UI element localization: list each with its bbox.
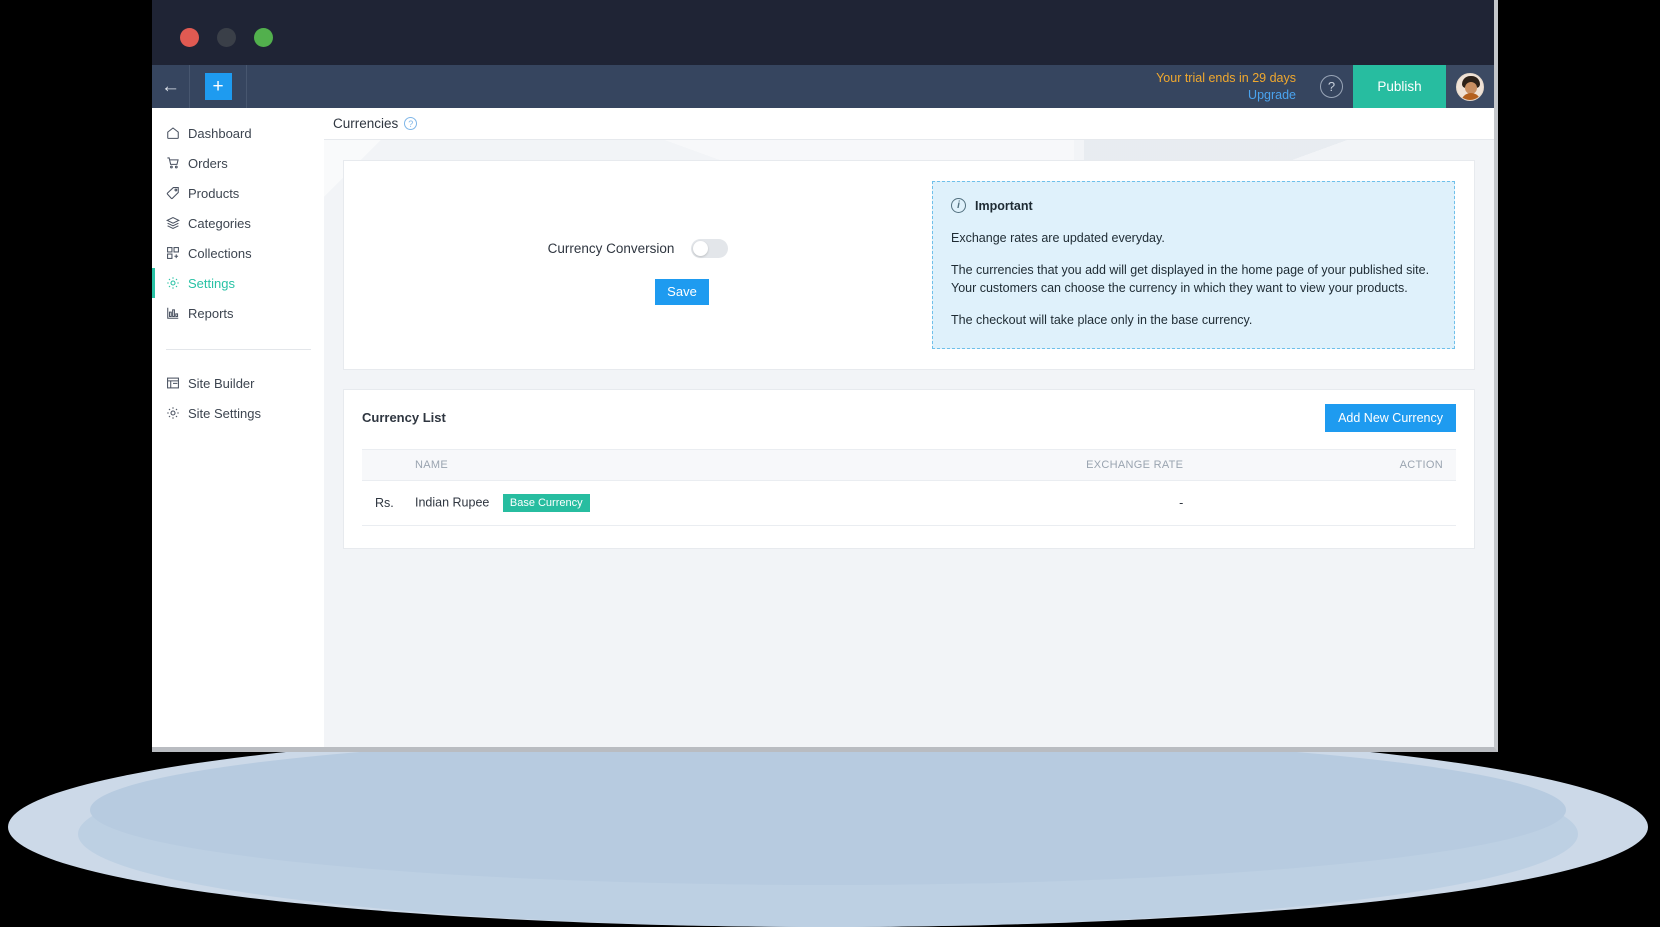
conversion-controls: Currency Conversion Save	[344, 161, 932, 369]
currency-list-header: Currency List Add New Currency	[362, 404, 1456, 432]
cell-symbol: Rs.	[362, 480, 415, 525]
column-header-name: NAME	[415, 449, 795, 480]
site-builder-icon	[166, 376, 188, 390]
sidebar-item-reports[interactable]: Reports	[152, 298, 324, 328]
help-button[interactable]: ?	[1310, 65, 1353, 108]
arrow-left-icon: ←	[161, 76, 180, 98]
trial-status: Your trial ends in 29 days Upgrade	[1156, 65, 1310, 108]
add-new-button[interactable]: +	[190, 65, 247, 108]
sidebar-item-dashboard[interactable]: Dashboard	[152, 118, 324, 148]
sidebar-item-label: Products	[188, 186, 239, 201]
sidebar-item-settings[interactable]: Settings	[152, 268, 324, 298]
plus-glyph: +	[212, 77, 223, 96]
column-header-exchange-rate: EXCHANGE RATE	[795, 449, 1333, 480]
avatar	[1456, 73, 1484, 101]
window-titlebar	[152, 0, 1494, 65]
home-icon	[166, 126, 188, 140]
traffic-lights	[180, 28, 273, 47]
column-header-action: ACTION	[1333, 449, 1456, 480]
sidebar-item-orders[interactable]: Orders	[152, 148, 324, 178]
currency-table: NAME EXCHANGE RATE ACTION Rs. Indian Rup…	[362, 449, 1456, 526]
cell-action	[1333, 480, 1456, 525]
close-window-button[interactable]	[180, 28, 199, 47]
sidebar-item-label: Categories	[188, 216, 251, 231]
info-paragraph-1: Exchange rates are updated everyday.	[951, 229, 1436, 247]
add-new-currency-button[interactable]: Add New Currency	[1325, 404, 1456, 432]
table-row[interactable]: Rs. Indian Rupee Base Currency -	[362, 480, 1456, 525]
sidebar-item-label: Orders	[188, 156, 228, 171]
bar-chart-icon	[166, 306, 188, 320]
sidebar-item-label: Collections	[188, 246, 252, 261]
stage-background: ← + Your trial ends in 29 days Upgrade ?…	[0, 0, 1660, 926]
column-header-symbol	[362, 449, 415, 480]
sidebar-item-label: Dashboard	[188, 126, 252, 141]
grid-icon	[166, 246, 188, 260]
currency-conversion-card: Currency Conversion Save i	[343, 160, 1475, 370]
info-paragraph-2: The currencies that you add will get dis…	[951, 261, 1436, 297]
browser-window: ← + Your trial ends in 29 days Upgrade ?…	[152, 0, 1498, 752]
currency-conversion-label: Currency Conversion	[548, 241, 675, 256]
gear-icon	[166, 406, 188, 420]
tag-icon	[166, 186, 188, 200]
status-badge: Base Currency	[503, 494, 590, 512]
sidebar-item-label: Site Builder	[188, 376, 254, 391]
currency-list-card: Currency List Add New Currency NAME EXCH…	[343, 389, 1475, 549]
page-title: Currencies	[333, 116, 398, 131]
important-info-panel: i Important Exchange rates are updated e…	[932, 181, 1455, 349]
plus-icon: +	[205, 73, 232, 100]
maximize-window-button[interactable]	[254, 28, 273, 47]
currency-conversion-toggle[interactable]	[691, 239, 728, 258]
toggle-knob	[693, 241, 708, 256]
publish-button[interactable]: Publish	[1353, 65, 1446, 108]
sidebar-item-collections[interactable]: Collections	[152, 238, 324, 268]
avatar-button[interactable]	[1446, 65, 1494, 108]
info-icon: i	[951, 198, 966, 213]
sidebar-item-site-builder[interactable]: Site Builder	[152, 368, 324, 398]
gear-icon	[166, 276, 188, 290]
info-heading-row: i Important	[951, 198, 1436, 213]
cell-name: Indian Rupee Base Currency	[415, 480, 795, 525]
cell-exchange-rate: -	[795, 480, 1333, 525]
currency-name: Indian Rupee	[415, 495, 489, 509]
trial-text: Your trial ends in 29 days	[1156, 70, 1296, 87]
upgrade-link[interactable]: Upgrade	[1248, 87, 1296, 104]
sidebar-gap	[152, 328, 324, 349]
sidebar-item-products[interactable]: Products	[152, 178, 324, 208]
layers-icon	[166, 216, 188, 230]
sidebar-item-label: Settings	[188, 276, 235, 291]
sidebar-divider	[166, 349, 311, 350]
content-scroll: Currency Conversion Save i	[324, 140, 1494, 549]
currency-list-title: Currency List	[362, 410, 446, 425]
currency-table-body: Rs. Indian Rupee Base Currency -	[362, 480, 1456, 525]
sidebar-item-site-settings[interactable]: Site Settings	[152, 398, 324, 428]
conversion-toggle-row: Currency Conversion	[548, 239, 729, 258]
currency-table-head: NAME EXCHANGE RATE ACTION	[362, 449, 1456, 480]
sidebar-item-label: Site Settings	[188, 406, 261, 421]
page-help-icon[interactable]: ?	[404, 117, 417, 130]
appbar-spacer	[247, 65, 1156, 108]
pedestal-ellipse-inner	[90, 735, 1566, 885]
back-button[interactable]: ←	[152, 65, 190, 108]
avatar-body	[1461, 93, 1481, 101]
sidebar: Dashboard Orders	[152, 108, 324, 752]
content-header: Currencies ?	[324, 108, 1494, 140]
avatar-face	[1465, 82, 1477, 94]
save-button[interactable]: Save	[655, 279, 709, 305]
sidebar-item-label: Reports	[188, 306, 234, 321]
info-heading: Important	[975, 199, 1033, 213]
cart-icon	[166, 156, 188, 170]
app-body: Dashboard Orders	[152, 108, 1494, 752]
sidebar-item-categories[interactable]: Categories	[152, 208, 324, 238]
question-mark-icon: ?	[1320, 75, 1343, 98]
info-paragraph-3: The checkout will take place only in the…	[951, 311, 1436, 329]
minimize-window-button[interactable]	[217, 28, 236, 47]
app-header-bar: ← + Your trial ends in 29 days Upgrade ?…	[152, 65, 1494, 108]
content-area: Currencies ? Currency Conversion	[324, 108, 1494, 752]
info-column: i Important Exchange rates are updated e…	[932, 161, 1474, 369]
table-header-row: NAME EXCHANGE RATE ACTION	[362, 449, 1456, 480]
